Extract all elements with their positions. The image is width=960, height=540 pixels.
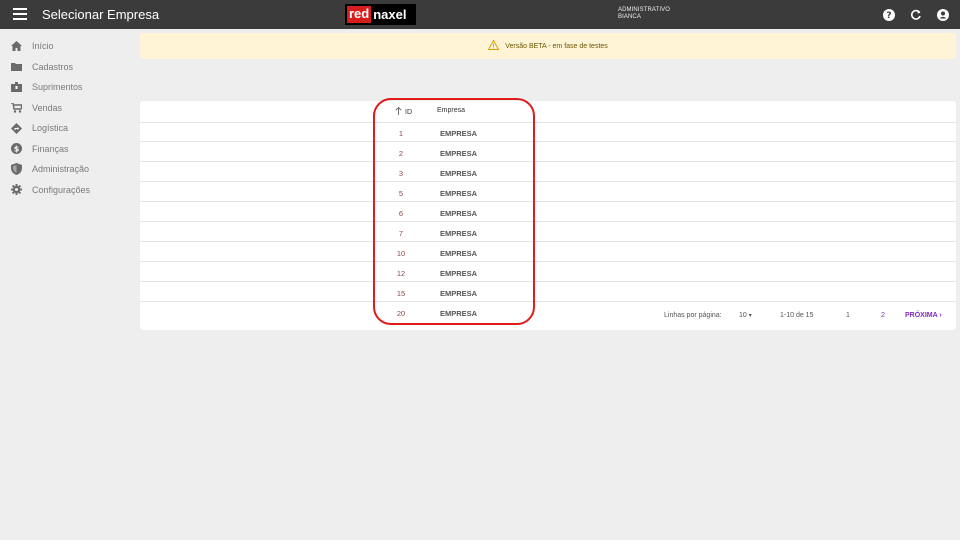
sidebar-item-inicio[interactable]: Início (0, 36, 140, 57)
user-name: BIANCA (618, 14, 641, 20)
user-role: ADMINISTRATIVO (618, 7, 670, 13)
sidebar-item-suprimentos[interactable]: Suprimentos (0, 77, 140, 98)
table-row[interactable]: 3 EMPRESA (140, 164, 956, 182)
table-row[interactable]: 6 EMPRESA (140, 204, 956, 222)
table-row[interactable]: 12 EMPRESA (140, 264, 956, 282)
shield-icon (10, 163, 22, 176)
sidebar-item-configuracoes[interactable]: Configurações (0, 180, 140, 201)
rows-per-page-label: Linhas por página: (664, 312, 722, 319)
next-page-label: PRÓXIMA (905, 312, 938, 319)
menu-icon[interactable] (13, 8, 27, 20)
sidebar-item-label: Logística (32, 123, 69, 134)
home-icon (10, 40, 22, 52)
sidebar-item-label: Administração (32, 164, 90, 175)
user-info: ADMINISTRATIVO BIANCA (618, 7, 670, 21)
svg-text:$: $ (13, 145, 19, 154)
highlight-annotation (373, 98, 535, 325)
banner-text: Versão BETA - em fase de testes (505, 42, 608, 50)
sidebar-item-label: Configurações (32, 184, 91, 195)
page-2-button[interactable]: 2 (881, 312, 885, 319)
company-table-card: ID Empresa 1 EMPRESA 2 EMPRESA 3 EMPRESA 5 EMPR… (140, 101, 956, 330)
sidebar-item-logistica[interactable]: Logística (0, 118, 140, 139)
sidebar-item-label: Início (32, 41, 54, 52)
page-range: 1-10 de 15 (780, 312, 814, 319)
top-app-bar: Selecionar Empresa red naxel ADMINISTRATI… (0, 0, 960, 29)
svg-text:?: ? (886, 11, 891, 21)
table-header: ID Empresa (140, 101, 956, 123)
rednaxel-logo: red naxel (345, 4, 416, 25)
box-icon (10, 81, 22, 93)
table-row[interactable]: 5 EMPRESA (140, 184, 956, 202)
dollar-icon: $ (10, 143, 22, 155)
beta-banner: Versão BETA - em fase de testes (140, 33, 956, 59)
page-1-button[interactable]: 1 (846, 312, 850, 319)
chevron-right-icon: › (939, 312, 942, 319)
folder-icon (10, 61, 22, 73)
table-row[interactable]: 7 EMPRESA (140, 224, 956, 242)
refresh-icon[interactable] (908, 7, 923, 22)
top-icons: ? (881, 7, 950, 22)
caret-down-icon: ▾ (748, 313, 752, 319)
help-icon[interactable]: ? (881, 7, 896, 22)
sidebar-item-administracao[interactable]: Administração (0, 159, 140, 180)
sidebar-item-label: Cadastros (32, 61, 74, 72)
logo-naxel-text: naxel (373, 7, 407, 22)
logo-red-text: red (347, 6, 372, 23)
warning-icon (487, 39, 500, 52)
table-row[interactable]: 1 EMPRESA (140, 124, 956, 142)
rows-per-page-value: 10 (739, 312, 747, 319)
page-title: Selecionar Empresa (42, 7, 160, 22)
sidebar-item-vendas[interactable]: Vendas (0, 98, 140, 119)
table-row[interactable]: 2 EMPRESA (140, 144, 956, 162)
sidebar-item-label: Suprimentos (32, 82, 83, 93)
table-row[interactable]: 10 EMPRESA (140, 244, 956, 262)
table-row[interactable]: 15 EMPRESA (140, 284, 956, 302)
account-icon[interactable] (935, 7, 950, 22)
sidebar-item-cadastros[interactable]: Cadastros (0, 57, 140, 78)
route-icon (10, 122, 22, 134)
pagination: Linhas por página: 10 ▾ 1-10 de 15 1 2 P… (140, 312, 956, 326)
sidebar: Início Cadastros Suprimentos Vendas Logí… (0, 36, 140, 200)
sidebar-item-label: Vendas (32, 102, 63, 113)
next-page-button[interactable]: PRÓXIMA › (905, 312, 942, 319)
rows-per-page-select[interactable]: 10 ▾ (739, 312, 752, 319)
sidebar-item-financas[interactable]: $ Finanças (0, 139, 140, 160)
sidebar-item-label: Finanças (32, 143, 69, 154)
cart-icon (10, 102, 22, 114)
gear-icon (10, 184, 22, 196)
